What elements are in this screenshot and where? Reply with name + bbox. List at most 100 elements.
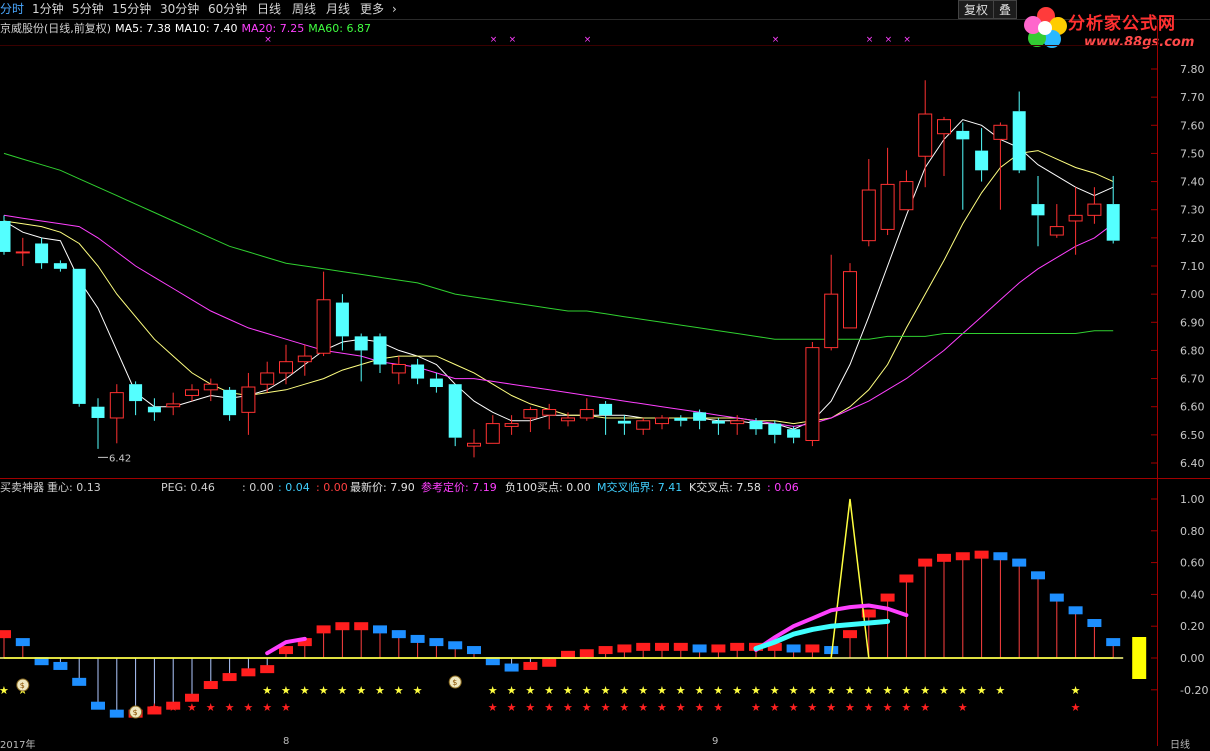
candle: [129, 381, 143, 416]
x-mark-icon: ×: [885, 35, 893, 45]
red-star-icon: ★: [958, 701, 968, 714]
red-star-icon: ★: [507, 701, 517, 714]
candle-body: [354, 336, 368, 351]
ind-bar: [410, 634, 425, 643]
red-star-icon: ★: [676, 701, 686, 714]
yellow-star-icon: ★: [619, 684, 629, 697]
ind-bar: [899, 574, 914, 583]
ind-bar: [222, 673, 237, 682]
candle-body: [279, 361, 293, 374]
price-tick-label: 7.10: [1180, 260, 1205, 273]
indicator-bars: [0, 550, 1121, 718]
red-star-icon: ★: [281, 701, 291, 714]
price-tick-label: 7.50: [1180, 147, 1205, 160]
red-star-icon: ★: [920, 701, 930, 714]
candle-body: [993, 124, 1008, 140]
ind-bar: [15, 638, 30, 647]
red-star-icon: ★: [262, 701, 272, 714]
candle: [223, 387, 237, 421]
candle-body: [768, 423, 782, 435]
candle-body: [956, 130, 970, 140]
red-star-icon: ★: [826, 701, 836, 714]
ind-bar: [335, 622, 350, 631]
candle-body: [72, 268, 86, 404]
candle-body: [579, 409, 594, 419]
candle-body: [316, 299, 331, 354]
candle-body: [1012, 111, 1026, 171]
candle-body: [35, 243, 49, 264]
yellow-star-icon: ★: [544, 684, 554, 697]
ind-tick-label: 0.80: [1180, 525, 1205, 538]
candle-body: [1049, 226, 1064, 236]
x-mark-icon: ×: [866, 35, 874, 45]
money-bag-icon: $: [129, 705, 143, 719]
candle: [147, 398, 161, 421]
yellow-star-icon: ★: [807, 684, 817, 697]
date-label-9: 9: [712, 736, 719, 747]
yellow-star-icon: ★: [864, 684, 874, 697]
candle-body: [730, 420, 745, 425]
candle: [975, 128, 989, 182]
ind-bar: [692, 644, 707, 653]
candle-body: [655, 417, 669, 425]
candle-body: [617, 420, 631, 424]
candle-body: [918, 113, 933, 157]
red-star-icon: ★: [149, 701, 159, 714]
ind-bar: [655, 642, 669, 651]
ind-bar: [448, 641, 463, 650]
ind-tick-label: 0.60: [1180, 557, 1205, 570]
ind-bar: [955, 552, 970, 561]
candle: [1087, 187, 1102, 224]
yellow-star-icon: ★: [413, 684, 423, 697]
red-star-icon: ★: [864, 701, 874, 714]
ind-bar: [1087, 619, 1102, 628]
price-tick-label: 7.80: [1180, 63, 1205, 76]
ind-bar: [880, 593, 895, 602]
x-mark-icon: ×: [903, 35, 911, 45]
price-tick-label: 7.60: [1180, 119, 1205, 132]
ind-bar: [636, 642, 651, 651]
red-star-icon: ★: [807, 701, 817, 714]
candle: [241, 372, 256, 435]
ind-bar: [843, 630, 857, 639]
candle: [485, 415, 500, 444]
red-star-icon: ★: [789, 701, 799, 714]
candle: [316, 271, 331, 357]
ind-bar: [617, 644, 632, 653]
yellow-star-icon: ★: [713, 684, 723, 697]
red-star-icon: ★: [883, 701, 893, 714]
candle-body: [391, 364, 406, 374]
candle: [72, 268, 86, 407]
ind-bar: [1049, 593, 1064, 602]
ma5-line: [3, 119, 1114, 430]
candle-body: [297, 355, 312, 363]
candlesticks[interactable]: 6.42: [0, 80, 1120, 464]
yellow-star-icon: ★: [638, 684, 648, 697]
yellow-star-icon: ★: [751, 684, 761, 697]
candle-body: [711, 420, 725, 424]
ind-bar: [0, 630, 11, 639]
ind-bar: [467, 646, 481, 655]
yellow-star-icon: ★: [319, 684, 329, 697]
candle-body: [542, 409, 557, 416]
kline-chart[interactable]: 7.80 7.70 7.60 7.50 7.40 7.30 7.20 7.10 7.00 6.90…: [0, 0, 1210, 746]
candle-body: [805, 347, 820, 441]
ind-bar: [711, 644, 726, 653]
yellow-star-icon: ★: [0, 684, 9, 697]
yellow-star-icon: ★: [1071, 684, 1081, 697]
candle: [1049, 204, 1064, 238]
candle: [91, 398, 105, 449]
ind-bar: [109, 709, 124, 718]
ind-tick-label: 0.20: [1180, 620, 1205, 633]
candle: [693, 409, 707, 430]
yellow-star-icon: ★: [507, 684, 517, 697]
candle-body: [485, 423, 500, 444]
price-tick-label: 7.30: [1180, 204, 1205, 217]
red-star-icon: ★: [1071, 701, 1081, 714]
candle-body: [335, 302, 349, 337]
ind-bar: [260, 665, 275, 674]
candle-body: [203, 383, 218, 391]
candle: [1012, 91, 1026, 174]
ind-bar: [203, 681, 218, 690]
candle: [561, 412, 575, 427]
